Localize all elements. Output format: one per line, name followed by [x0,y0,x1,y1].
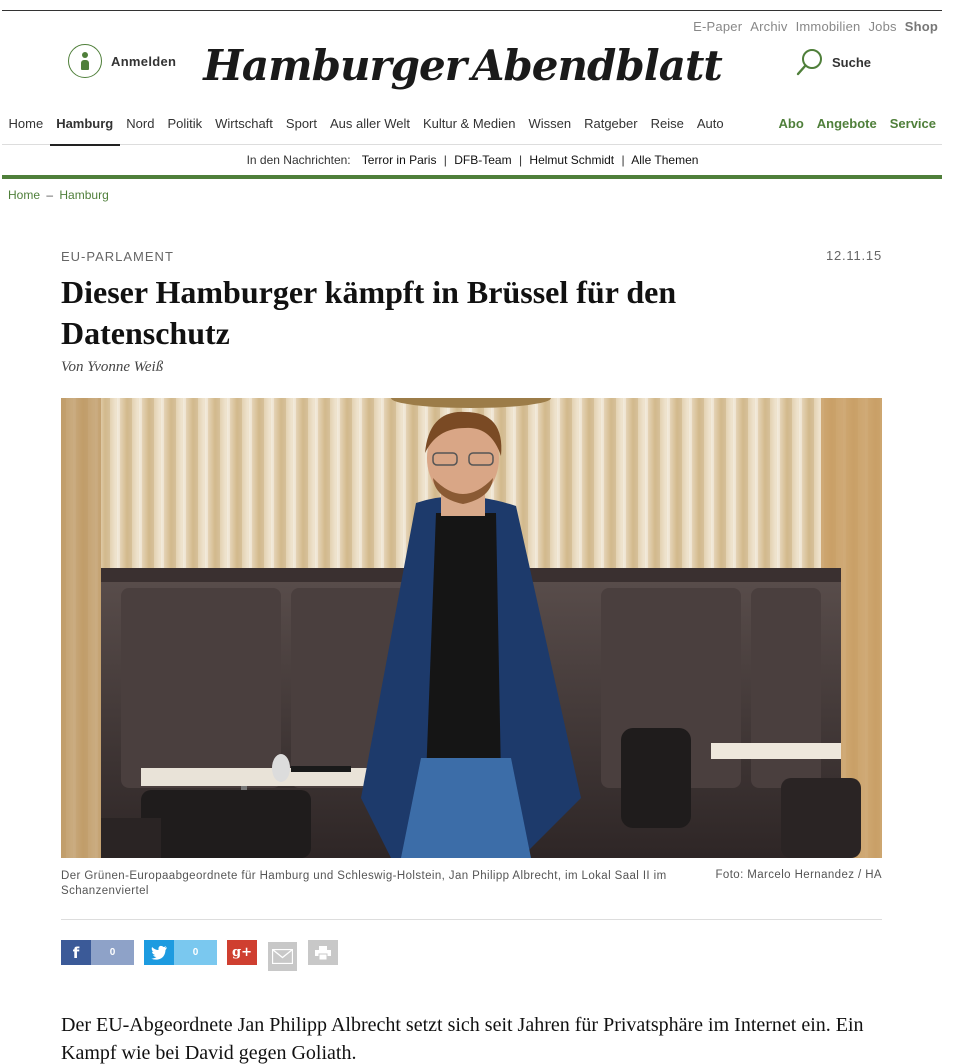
top-rule [2,10,942,11]
search-icon [796,49,822,76]
user-icon [68,44,102,78]
facebook-icon: f [61,940,91,965]
nav-item-ratgeber[interactable]: Ratgeber [578,116,644,145]
login-button[interactable]: Anmelden [68,44,176,78]
top-link-epaper[interactable]: E-Paper [693,19,742,34]
print-button[interactable] [308,940,338,965]
top-links: E-Paper Archiv Immobilien Jobs Shop [693,19,938,34]
nav-item-hamburg[interactable]: Hamburg [49,116,120,146]
top-link-jobs[interactable]: Jobs [868,19,896,34]
news-link-helmut-schmidt[interactable]: Helmut Schmidt [529,153,614,167]
article-kicker: EU-PARLAMENT [61,249,174,264]
nav-item-aus-aller-welt[interactable]: Aus aller Welt [324,116,417,145]
photo-credit: Foto: Marcelo Hernandez / HA [715,869,882,881]
nav-item-abo[interactable]: Abo [779,116,804,131]
nav-item-auto[interactable]: Auto [690,116,730,145]
news-separator: | [518,153,523,167]
nav-item-kultur-medien[interactable]: Kultur & Medien [416,116,522,145]
logo-word-left: Hamburger [203,40,467,90]
facebook-share-count: 0 [91,940,134,965]
nav-item-sport[interactable]: Sport [279,116,323,145]
facebook-share-button[interactable]: f 0 [61,940,134,965]
news-separator: | [621,153,625,167]
article-teaser: Der EU-Abgeordnete Jan Philipp Albrecht … [61,1014,864,1064]
nav-item-home[interactable]: Home [2,116,50,145]
nav-item-wirtschaft[interactable]: Wirtschaft [209,116,280,145]
search-button[interactable]: Suche [796,48,871,76]
breadcrumb-home[interactable]: Home [8,188,40,202]
twitter-share-button[interactable]: 0 [144,940,217,965]
googleplus-share-button[interactable]: g+ [227,940,257,965]
top-link-shop[interactable]: Shop [905,19,938,34]
main-navigation: Home Hamburg Nord Politik Wirtschaft Spo… [2,104,942,146]
top-link-immobilien[interactable]: Immobilien [796,19,861,34]
nav-item-politik[interactable]: Politik [161,116,209,145]
nav-item-service[interactable]: Service [890,116,936,131]
mail-icon [272,949,293,964]
share-bar: f 0 0 g+ [61,940,338,971]
search-label: Suche [832,54,872,70]
news-link-alle-themen[interactable]: Alle Themen [631,153,698,167]
news-bar: In den Nachrichten: Terror in Paris | DF… [0,153,945,167]
news-link-terror-paris[interactable]: Terror in Paris [362,153,437,167]
login-label: Anmelden [111,53,177,69]
news-bar-prefix: In den Nachrichten: [246,153,351,167]
nav-item-wissen[interactable]: Wissen [522,116,578,145]
breadcrumb-hamburg[interactable]: Hamburg [59,188,108,202]
twitter-share-count: 0 [174,940,217,965]
article-headline: Dieser Hamburger kämpft in Brüssel für d… [61,274,677,351]
content-divider [61,919,882,920]
green-divider [2,175,942,179]
article-date: 12.11.15 [825,248,882,263]
nav-item-reise[interactable]: Reise [644,116,690,145]
site-logo[interactable]: Hamburger Abendblatt [203,36,723,94]
mail-share-button[interactable] [268,942,297,971]
article-byline: Von Yvonne Weiß [61,359,164,375]
twitter-bird-icon [144,940,174,965]
print-icon [315,945,331,960]
photo-caption: Der Grünen-Europaabgeordnete für Hamburg… [61,870,667,897]
article-photo[interactable] [61,398,882,858]
news-separator: | [443,153,447,167]
top-link-archiv[interactable]: Archiv [750,19,787,34]
breadcrumb: Home – Hamburg [8,188,109,202]
news-link-dfb-team[interactable]: DFB-Team [454,153,511,167]
breadcrumb-separator: – [46,188,54,202]
nav-item-nord[interactable]: Nord [120,116,161,145]
logo-word-right: Abendblatt [471,40,723,90]
nav-item-angebote[interactable]: Angebote [817,116,877,131]
